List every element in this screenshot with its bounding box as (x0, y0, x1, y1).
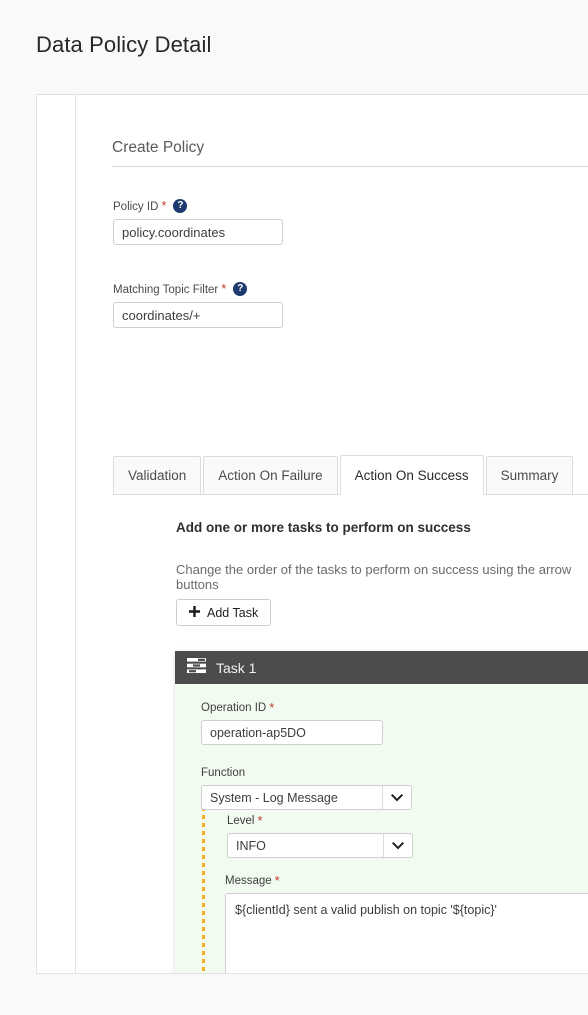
message-label: Message * (225, 873, 588, 888)
function-select-value: System - Log Message (210, 790, 338, 805)
section-header: Create Policy (112, 139, 588, 167)
policy-id-label: Policy ID * ? (113, 198, 283, 214)
topic-filter-label-text: Matching Topic Filter (113, 284, 219, 296)
function-select[interactable]: System - Log Message (201, 785, 412, 810)
message-textarea[interactable] (225, 893, 588, 973)
task-title: Task 1 (216, 659, 257, 676)
page-title: Data Policy Detail (36, 32, 212, 57)
policy-tabs: Validation Action On Failure Action On S… (113, 455, 588, 495)
message-field-group: Message * (225, 873, 588, 973)
plus-icon (189, 606, 200, 619)
policy-id-label-text: Policy ID (113, 201, 159, 213)
topic-filter-input[interactable] (113, 302, 283, 328)
topic-filter-label: Matching Topic Filter * ? (113, 281, 283, 297)
chevron-down-icon (383, 834, 412, 857)
tasks-heading: Add one or more tasks to perform on succ… (176, 520, 471, 535)
help-circle-icon[interactable]: ? (173, 199, 188, 213)
function-params-guide-line (202, 799, 205, 973)
tab-action-on-failure[interactable]: Action On Failure (203, 456, 338, 494)
tab-action-on-success[interactable]: Action On Success (339, 455, 484, 495)
level-select-value: INFO (236, 838, 266, 853)
required-asterisk: * (221, 281, 227, 296)
operation-id-label-text: Operation ID (201, 702, 267, 714)
add-task-label: Add Task (207, 605, 259, 620)
operation-id-input[interactable] (201, 720, 383, 745)
required-asterisk: * (161, 198, 167, 213)
policy-id-input[interactable] (113, 219, 283, 245)
section-title: Create Policy (112, 139, 205, 156)
policy-id-field-group: Policy ID * ? (113, 198, 283, 245)
operation-id-field-group: Operation ID * (201, 700, 383, 745)
level-label-text: Level (227, 815, 255, 827)
policy-card-content: Create Policy Policy ID * ? Matching Top… (75, 95, 588, 973)
required-asterisk: * (257, 813, 263, 828)
task-card-body: Operation ID * Function System - Log Mes… (175, 684, 588, 973)
tab-validation[interactable]: Validation (113, 456, 202, 494)
help-circle-icon[interactable]: ? (233, 282, 248, 296)
tab-summary[interactable]: Summary (485, 456, 574, 494)
required-asterisk: * (274, 873, 280, 888)
message-label-text: Message (225, 875, 272, 887)
task-card: Task 1 Operation ID * operation-ap5DO Fu… (175, 651, 588, 973)
tab-panel-action-on-success: Add one or more tasks to perform on succ… (113, 495, 588, 973)
topic-filter-field-group: Matching Topic Filter * ? (113, 281, 283, 328)
task-list-icon (187, 657, 206, 678)
level-select[interactable]: INFO (227, 833, 413, 858)
policy-card: Create Policy Policy ID * ? Matching Top… (36, 94, 588, 974)
section-divider (112, 166, 588, 167)
level-field-group: Level * INFO (227, 813, 413, 858)
chevron-down-icon (382, 786, 411, 809)
function-label-text: Function (201, 767, 246, 779)
level-label: Level * (227, 813, 413, 828)
function-field-group: Function System - Log Message (201, 767, 412, 810)
required-asterisk: * (269, 700, 275, 715)
add-task-button[interactable]: Add Task (176, 599, 272, 626)
task-drag-handle[interactable]: Task 1 (175, 651, 588, 684)
function-label: Function (201, 767, 412, 780)
task-card-header: Task 1 (175, 651, 588, 684)
operation-id-label: Operation ID * (201, 700, 383, 715)
tasks-subtext: Change the order of the tasks to perform… (176, 562, 572, 592)
